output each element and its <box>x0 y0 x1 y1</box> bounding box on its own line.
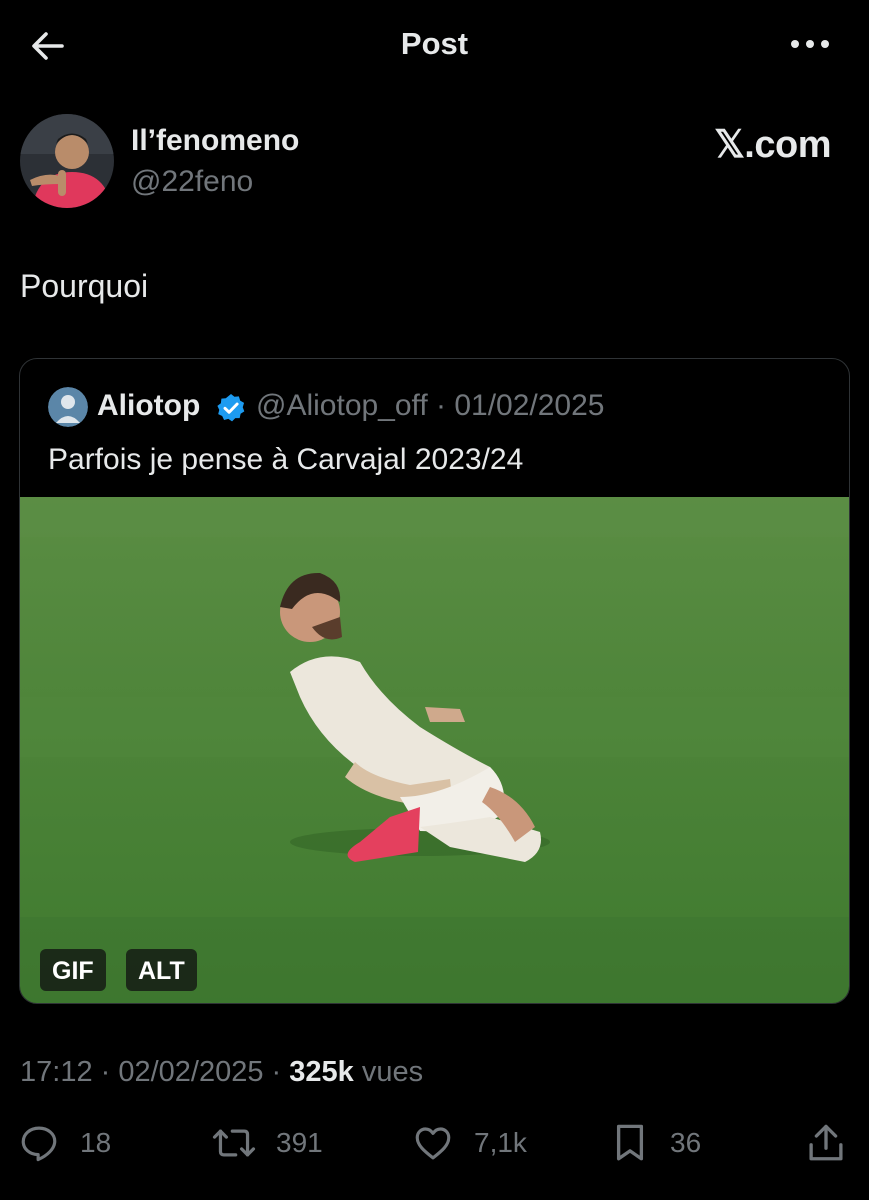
reply-icon <box>21 1126 57 1162</box>
share-icon <box>809 1124 843 1161</box>
user-avatar-icon <box>48 387 88 427</box>
quoted-post-card[interactable]: Aliotop @Aliotop_off · 01/02/2025 Parfoi… <box>19 358 850 1004</box>
post-meta: 17:12 · 02/02/2025 · 325k vues <box>20 1056 423 1089</box>
bookmark-icon <box>616 1124 644 1161</box>
reply-count: 18 <box>80 1127 112 1158</box>
xcom-watermark: 𝕏.com <box>714 124 831 166</box>
post-text: Pourquoi <box>20 268 149 304</box>
page-title: Post <box>400 26 469 61</box>
like-icon <box>415 1127 451 1160</box>
reply-button[interactable]: 18 <box>18 1120 111 1166</box>
gif-media[interactable]: GIF ALT <box>20 497 849 1003</box>
top-bar: Post <box>0 0 869 90</box>
quoted-author-name[interactable]: Aliotop <box>97 389 200 423</box>
bookmark-count: 36 <box>670 1127 702 1158</box>
repost-button[interactable]: 391 <box>212 1120 323 1166</box>
bookmark-button[interactable]: 36 <box>610 1120 701 1166</box>
repost-icon <box>212 1129 256 1157</box>
share-button[interactable] <box>806 1120 846 1166</box>
more-options-button[interactable] <box>787 32 833 56</box>
post-timestamp: 17:12 · 02/02/2025 · <box>20 1056 290 1088</box>
repost-count: 391 <box>276 1127 323 1158</box>
gif-badge: GIF <box>40 949 106 991</box>
quoted-author-avatar[interactable] <box>48 387 88 427</box>
alt-text-button[interactable]: ALT <box>126 949 197 991</box>
verified-icon <box>217 394 245 422</box>
verified-badge <box>215 392 247 424</box>
author-name[interactable]: Il’fenomeno <box>131 124 299 158</box>
view-count[interactable]: 325k <box>289 1056 354 1088</box>
views-label: vues <box>353 1056 424 1088</box>
like-button[interactable]: 7,1k <box>412 1120 527 1166</box>
author-avatar[interactable] <box>20 114 114 208</box>
more-horizontal-icon <box>791 40 829 48</box>
gif-frame-image <box>20 497 849 1003</box>
quoted-post-text: Parfois je pense à Carvajal 2023/24 <box>48 443 524 476</box>
user-avatar-icon <box>20 114 114 208</box>
like-count: 7,1k <box>474 1127 527 1158</box>
quoted-handle-date: @Aliotop_off · 01/02/2025 <box>256 389 605 422</box>
author-handle[interactable]: @22feno <box>131 165 253 199</box>
